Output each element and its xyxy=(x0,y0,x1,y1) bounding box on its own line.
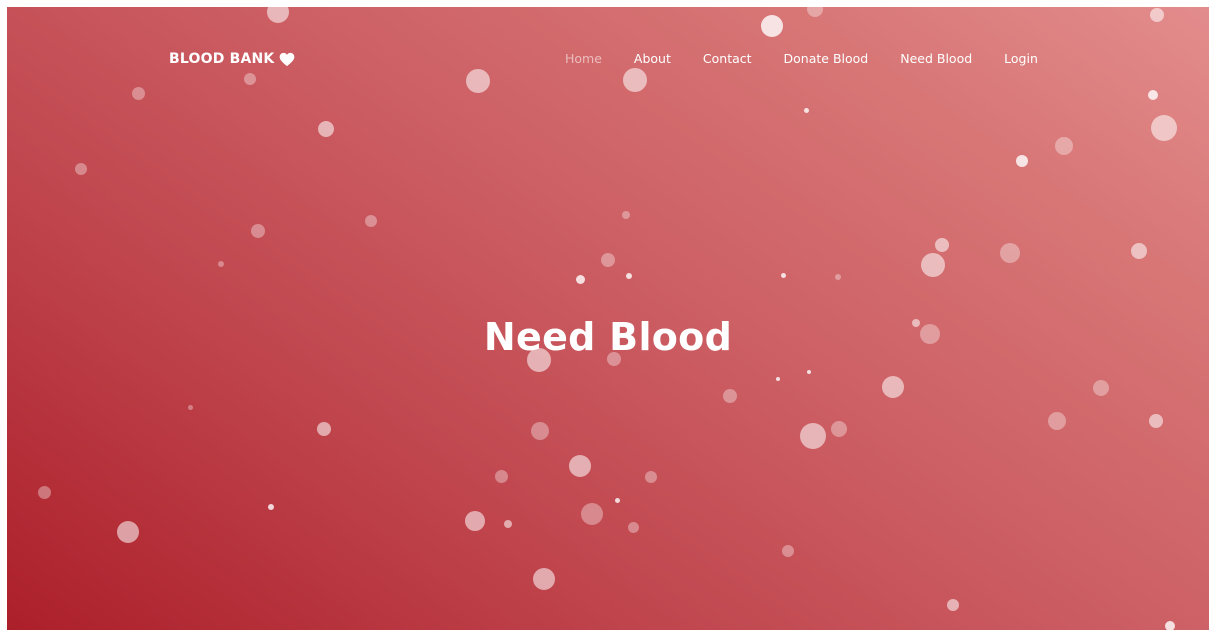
particle xyxy=(800,423,826,449)
particle xyxy=(218,261,224,267)
particle xyxy=(268,504,274,510)
particle xyxy=(921,253,945,277)
particle xyxy=(622,211,630,219)
particle xyxy=(188,405,193,410)
nav-donate-blood[interactable]: Donate Blood xyxy=(784,51,869,66)
particle xyxy=(831,421,847,437)
particle xyxy=(1048,412,1066,430)
particle xyxy=(615,498,620,503)
particle xyxy=(365,215,377,227)
brand-name: BLOOD BANK xyxy=(169,51,275,67)
particle xyxy=(132,87,145,100)
main-nav: Home About Contact Donate Blood Need Blo… xyxy=(565,51,1038,66)
particle xyxy=(781,273,786,278)
particle xyxy=(1148,90,1158,100)
particle xyxy=(723,389,737,403)
particle xyxy=(628,522,639,533)
particle xyxy=(645,471,657,483)
nav-about[interactable]: About xyxy=(634,51,671,66)
particle xyxy=(1055,137,1073,155)
nav-login[interactable]: Login xyxy=(1004,51,1038,66)
particle xyxy=(244,73,256,85)
particle xyxy=(807,7,823,17)
particle xyxy=(318,121,334,137)
particle xyxy=(626,273,632,279)
particle xyxy=(807,370,811,374)
particle xyxy=(495,470,508,483)
hero-section: BLOOD BANK Home About Contact Donate Blo… xyxy=(7,7,1209,630)
particle xyxy=(782,545,794,557)
particle xyxy=(1131,243,1147,259)
particle xyxy=(1165,621,1175,630)
particle xyxy=(1149,414,1163,428)
nav-need-blood[interactable]: Need Blood xyxy=(900,51,972,66)
heart-icon xyxy=(280,52,295,66)
particle xyxy=(466,69,490,93)
particle xyxy=(317,422,331,436)
particle xyxy=(623,68,647,92)
particle xyxy=(1151,115,1177,141)
particle xyxy=(776,377,780,381)
particle xyxy=(1016,155,1028,167)
particle xyxy=(533,568,555,590)
particle xyxy=(251,224,265,238)
particle xyxy=(947,599,959,611)
particle xyxy=(882,376,904,398)
particle xyxy=(75,163,87,175)
nav-contact[interactable]: Contact xyxy=(703,51,752,66)
particle xyxy=(1093,380,1109,396)
particle xyxy=(601,253,615,267)
particle xyxy=(267,7,289,23)
particle xyxy=(38,486,51,499)
particle xyxy=(531,422,549,440)
particle xyxy=(465,511,485,531)
particle xyxy=(1150,8,1164,22)
nav-home[interactable]: Home xyxy=(565,51,602,66)
particle xyxy=(835,274,841,280)
particle xyxy=(581,503,603,525)
particle xyxy=(504,520,512,528)
brand-logo[interactable]: BLOOD BANK xyxy=(169,51,295,67)
particle xyxy=(1000,243,1020,263)
particle xyxy=(576,275,585,284)
particle xyxy=(804,108,809,113)
particle xyxy=(761,15,783,37)
particle xyxy=(935,238,949,252)
page-title: Need Blood xyxy=(483,315,733,360)
particle xyxy=(569,455,591,477)
particle xyxy=(117,521,139,543)
